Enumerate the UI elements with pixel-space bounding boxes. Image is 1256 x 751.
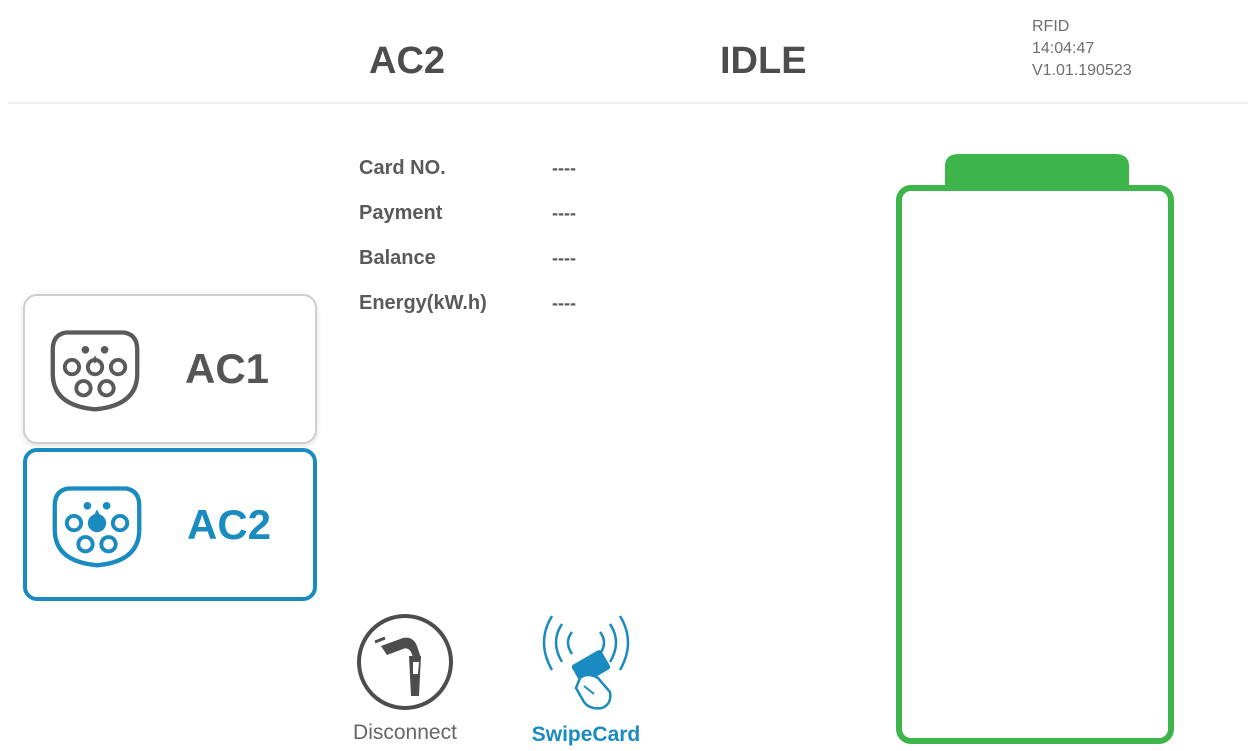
connector-ac1-button[interactable]: AC1 <box>23 294 317 444</box>
connector-ac1-label: AC1 <box>185 345 270 392</box>
energy-label: Energy(kW.h) <box>359 292 487 314</box>
payment-row: Payment ---- <box>359 191 576 236</box>
battery-icon <box>896 154 1174 744</box>
connector-ac2-button[interactable]: AC2 <box>23 448 317 601</box>
energy-row: Energy(kW.h) ---- <box>359 281 576 326</box>
energy-value: ---- <box>552 293 576 313</box>
payment-label: Payment <box>359 202 443 224</box>
system-info: RFID 14:04:47 V1.01.190523 <box>1032 16 1132 82</box>
balance-label: Balance <box>359 247 436 269</box>
type2-plug-icon <box>52 485 142 567</box>
disconnect-label: Disconnect <box>353 721 457 744</box>
card-number-label: Card NO. <box>359 157 446 179</box>
swipe-card-button[interactable]: SwipeCard <box>518 608 654 745</box>
type2-plug-icon <box>50 330 140 412</box>
plug-disconnect-icon <box>357 614 453 710</box>
card-number-row: Card NO. ---- <box>359 146 576 191</box>
header-divider <box>8 102 1248 104</box>
session-info: Card NO. ---- Payment ---- Balance ---- … <box>359 146 576 326</box>
charger-status: IDLE <box>720 40 807 82</box>
payment-value: ---- <box>552 203 576 223</box>
firmware-version: V1.01.190523 <box>1032 62 1132 79</box>
charger-screen: AC2 IDLE RFID 14:04:47 V1.01.190523 Card… <box>0 0 1256 751</box>
connector-ac2-label: AC2 <box>187 500 272 548</box>
disconnect-button[interactable]: Disconnect <box>350 612 460 743</box>
active-connector-title: AC2 <box>369 40 446 82</box>
balance-row: Balance ---- <box>359 236 576 281</box>
auth-mode-label: RFID <box>1032 18 1070 35</box>
balance-value: ---- <box>552 248 576 268</box>
clock-time: 14:04:47 <box>1032 40 1095 57</box>
rfid-card-icon <box>542 615 630 710</box>
card-number-value: ---- <box>552 158 576 178</box>
swipe-card-label: SwipeCard <box>531 723 641 746</box>
